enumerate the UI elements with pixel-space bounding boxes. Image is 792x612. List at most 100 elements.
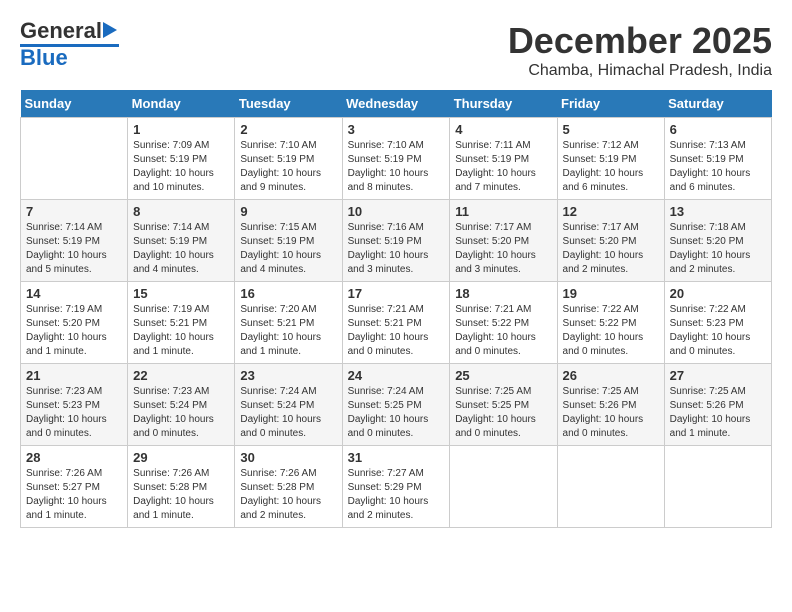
day-number: 1: [133, 122, 229, 137]
calendar-cell: 6 Sunrise: 7:13 AM Sunset: 5:19 PM Daylig…: [664, 118, 771, 200]
calendar-cell: 5Sunrise: 7:12 AM Sunset: 5:19 PM Daylig…: [557, 118, 664, 200]
calendar-cell: 10Sunrise: 7:16 AM Sunset: 5:19 PM Dayli…: [342, 200, 450, 282]
calendar-cell: 9 Sunrise: 7:15 AM Sunset: 5:19 PM Daylig…: [235, 200, 342, 282]
day-info: Sunrise: 7:13 AM Sunset: 5:19 PM Dayligh…: [670, 139, 766, 195]
day-header-tuesday: Tuesday: [235, 90, 342, 118]
title-block: December 2025 Chamba, Himachal Pradesh, …: [508, 20, 772, 80]
day-number: 21: [26, 368, 122, 383]
day-number: 22: [133, 368, 229, 383]
day-info: Sunrise: 7:25 AM Sunset: 5:26 PM Dayligh…: [670, 385, 766, 441]
day-number: 8: [133, 204, 229, 219]
day-number: 7: [26, 204, 122, 219]
calendar-cell: [21, 118, 128, 200]
calendar-cell: 19 Sunrise: 7:22 AM Sunset: 5:22 PM Dayli…: [557, 282, 664, 364]
day-number: 28: [26, 450, 122, 465]
calendar-cell: 22 Sunrise: 7:23 AM Sunset: 5:24 PM Dayli…: [128, 364, 235, 446]
calendar-cell: 11 Sunrise: 7:17 AM Sunset: 5:20 PM Dayli…: [450, 200, 557, 282]
day-info: Sunrise: 7:22 AM Sunset: 5:22 PM Dayligh…: [563, 303, 659, 359]
calendar-header-row: SundayMondayTuesdayWednesdayThursdayFrid…: [21, 90, 772, 118]
day-info: Sunrise: 7:21 AM Sunset: 5:22 PM Dayligh…: [455, 303, 551, 359]
day-header-thursday: Thursday: [450, 90, 557, 118]
calendar-cell: 18Sunrise: 7:21 AM Sunset: 5:22 PM Dayli…: [450, 282, 557, 364]
day-number: 29: [133, 450, 229, 465]
calendar-cell: 15 Sunrise: 7:19 AM Sunset: 5:21 PM Dayli…: [128, 282, 235, 364]
day-number: 5: [563, 122, 659, 137]
calendar-cell: 31Sunrise: 7:27 AM Sunset: 5:29 PM Dayli…: [342, 446, 450, 528]
day-info: Sunrise: 7:10 AM Sunset: 5:19 PM Dayligh…: [348, 139, 445, 195]
calendar-week-row: 1 Sunrise: 7:09 AM Sunset: 5:19 PM Daylig…: [21, 118, 772, 200]
day-number: 26: [563, 368, 659, 383]
calendar-cell: 8 Sunrise: 7:14 AM Sunset: 5:19 PM Daylig…: [128, 200, 235, 282]
day-info: Sunrise: 7:14 AM Sunset: 5:19 PM Dayligh…: [133, 221, 229, 277]
day-info: Sunrise: 7:20 AM Sunset: 5:21 PM Dayligh…: [240, 303, 336, 359]
day-number: 14: [26, 286, 122, 301]
day-info: Sunrise: 7:11 AM Sunset: 5:19 PM Dayligh…: [455, 139, 551, 195]
calendar-cell: [557, 446, 664, 528]
day-info: Sunrise: 7:26 AM Sunset: 5:27 PM Dayligh…: [26, 467, 122, 523]
day-number: 10: [348, 204, 445, 219]
page-header: General Blue December 2025 Chamba, Himac…: [20, 20, 772, 80]
day-number: 30: [240, 450, 336, 465]
calendar-week-row: 28 Sunrise: 7:26 AM Sunset: 5:27 PM Dayli…: [21, 446, 772, 528]
calendar-cell: 16 Sunrise: 7:20 AM Sunset: 5:21 PM Dayli…: [235, 282, 342, 364]
day-info: Sunrise: 7:26 AM Sunset: 5:28 PM Dayligh…: [240, 467, 336, 523]
day-number: 11: [455, 204, 551, 219]
calendar-cell: 13 Sunrise: 7:18 AM Sunset: 5:20 PM Dayli…: [664, 200, 771, 282]
day-info: Sunrise: 7:15 AM Sunset: 5:19 PM Dayligh…: [240, 221, 336, 277]
calendar-cell: 24 Sunrise: 7:24 AM Sunset: 5:25 PM Dayli…: [342, 364, 450, 446]
calendar-cell: 17 Sunrise: 7:21 AM Sunset: 5:21 PM Dayli…: [342, 282, 450, 364]
calendar-week-row: 21 Sunrise: 7:23 AM Sunset: 5:23 PM Dayli…: [21, 364, 772, 446]
calendar-week-row: 7 Sunrise: 7:14 AM Sunset: 5:19 PM Daylig…: [21, 200, 772, 282]
day-info: Sunrise: 7:24 AM Sunset: 5:24 PM Dayligh…: [240, 385, 336, 441]
calendar-cell: 1 Sunrise: 7:09 AM Sunset: 5:19 PM Daylig…: [128, 118, 235, 200]
calendar-cell: 3Sunrise: 7:10 AM Sunset: 5:19 PM Daylig…: [342, 118, 450, 200]
day-info: Sunrise: 7:22 AM Sunset: 5:23 PM Dayligh…: [670, 303, 766, 359]
calendar-cell: 2 Sunrise: 7:10 AM Sunset: 5:19 PM Daylig…: [235, 118, 342, 200]
day-number: 13: [670, 204, 766, 219]
day-number: 24: [348, 368, 445, 383]
calendar-cell: [664, 446, 771, 528]
main-title: December 2025: [508, 20, 772, 62]
day-info: Sunrise: 7:09 AM Sunset: 5:19 PM Dayligh…: [133, 139, 229, 195]
calendar-cell: 28 Sunrise: 7:26 AM Sunset: 5:27 PM Dayli…: [21, 446, 128, 528]
logo: General Blue: [20, 20, 119, 69]
day-number: 4: [455, 122, 551, 137]
calendar-cell: 25 Sunrise: 7:25 AM Sunset: 5:25 PM Dayli…: [450, 364, 557, 446]
day-number: 2: [240, 122, 336, 137]
day-number: 19: [563, 286, 659, 301]
day-number: 12: [563, 204, 659, 219]
day-info: Sunrise: 7:23 AM Sunset: 5:24 PM Dayligh…: [133, 385, 229, 441]
day-number: 15: [133, 286, 229, 301]
day-info: Sunrise: 7:26 AM Sunset: 5:28 PM Dayligh…: [133, 467, 229, 523]
day-info: Sunrise: 7:19 AM Sunset: 5:21 PM Dayligh…: [133, 303, 229, 359]
calendar-cell: 20 Sunrise: 7:22 AM Sunset: 5:23 PM Dayli…: [664, 282, 771, 364]
calendar-cell: 29 Sunrise: 7:26 AM Sunset: 5:28 PM Dayli…: [128, 446, 235, 528]
day-info: Sunrise: 7:10 AM Sunset: 5:19 PM Dayligh…: [240, 139, 336, 195]
day-number: 20: [670, 286, 766, 301]
day-header-saturday: Saturday: [664, 90, 771, 118]
day-number: 16: [240, 286, 336, 301]
calendar-table: SundayMondayTuesdayWednesdayThursdayFrid…: [20, 90, 772, 528]
day-info: Sunrise: 7:18 AM Sunset: 5:20 PM Dayligh…: [670, 221, 766, 277]
day-info: Sunrise: 7:24 AM Sunset: 5:25 PM Dayligh…: [348, 385, 445, 441]
day-number: 6: [670, 122, 766, 137]
day-number: 9: [240, 204, 336, 219]
calendar-cell: 14 Sunrise: 7:19 AM Sunset: 5:20 PM Dayli…: [21, 282, 128, 364]
day-header-wednesday: Wednesday: [342, 90, 450, 118]
day-number: 31: [348, 450, 445, 465]
day-info: Sunrise: 7:23 AM Sunset: 5:23 PM Dayligh…: [26, 385, 122, 441]
day-number: 25: [455, 368, 551, 383]
day-info: Sunrise: 7:25 AM Sunset: 5:25 PM Dayligh…: [455, 385, 551, 441]
day-number: 17: [348, 286, 445, 301]
calendar-cell: 21 Sunrise: 7:23 AM Sunset: 5:23 PM Dayli…: [21, 364, 128, 446]
day-number: 27: [670, 368, 766, 383]
calendar-cell: 30 Sunrise: 7:26 AM Sunset: 5:28 PM Dayli…: [235, 446, 342, 528]
logo-blue: Blue: [20, 47, 68, 69]
day-info: Sunrise: 7:21 AM Sunset: 5:21 PM Dayligh…: [348, 303, 445, 359]
day-info: Sunrise: 7:14 AM Sunset: 5:19 PM Dayligh…: [26, 221, 122, 277]
day-header-sunday: Sunday: [21, 90, 128, 118]
calendar-cell: 23Sunrise: 7:24 AM Sunset: 5:24 PM Dayli…: [235, 364, 342, 446]
day-info: Sunrise: 7:19 AM Sunset: 5:20 PM Dayligh…: [26, 303, 122, 359]
day-info: Sunrise: 7:17 AM Sunset: 5:20 PM Dayligh…: [563, 221, 659, 277]
day-info: Sunrise: 7:17 AM Sunset: 5:20 PM Dayligh…: [455, 221, 551, 277]
